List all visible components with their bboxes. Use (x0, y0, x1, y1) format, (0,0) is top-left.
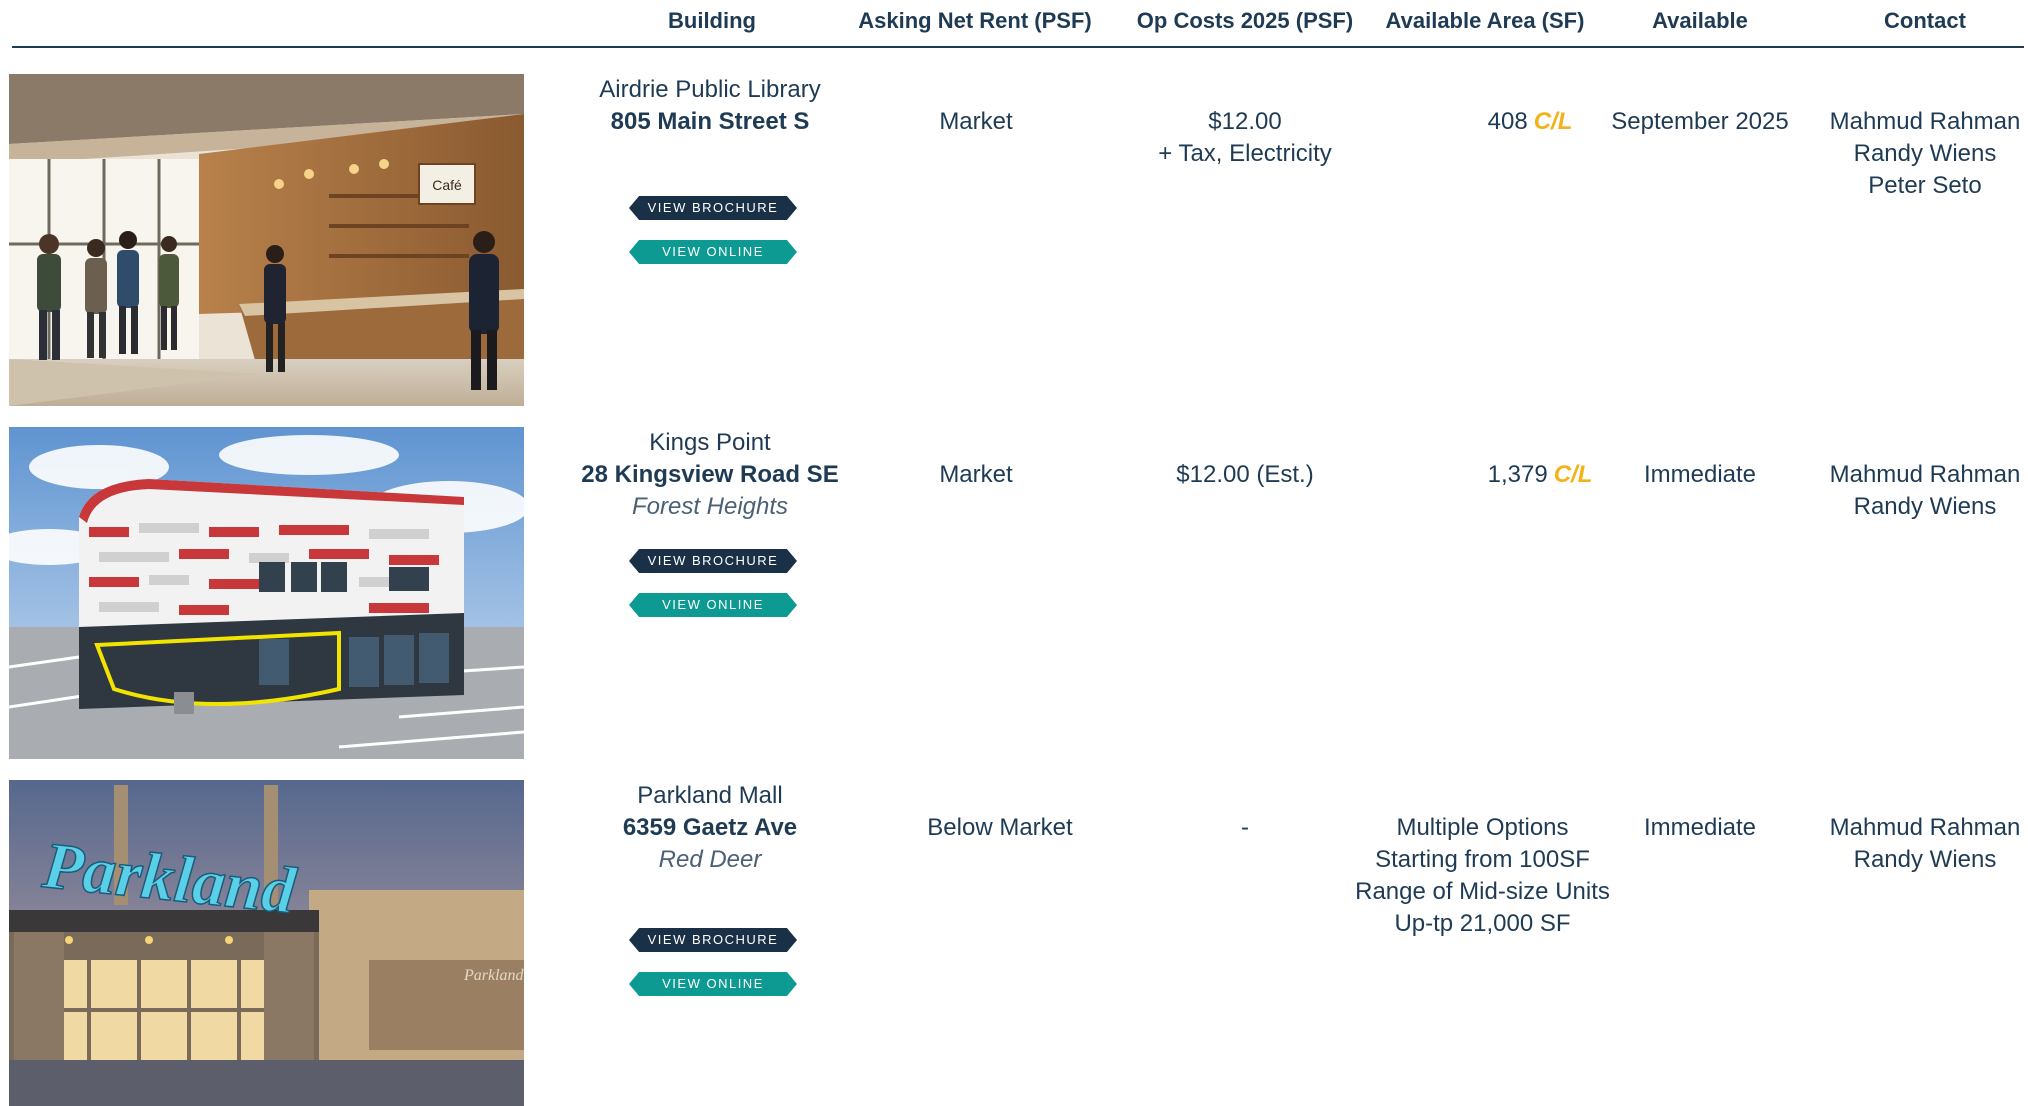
view-online-button[interactable]: VIEW ONLINE (629, 972, 797, 996)
building-area: Forest Heights (631, 493, 789, 520)
contact-name[interactable]: Peter Seto (1820, 170, 2028, 202)
contact-name[interactable]: Randy Wiens (1820, 491, 2028, 523)
op-costs-line1: $12.00 (Est.) (1176, 461, 1314, 488)
contact-list: Mahmud Rahman Randy Wiens (1820, 459, 2028, 523)
listing-row: Parkland Parkland Parkland Mall 6359 Gae… (0, 780, 2028, 1106)
col-header-area: Available Area (SF) (1385, 8, 1585, 33)
op-costs: $12.00 (Est.) (1120, 459, 1370, 491)
header-divider (12, 46, 2024, 48)
contact-name[interactable]: Randy Wiens (1820, 844, 2028, 876)
op-costs-line2: + Tax, Electricity (1158, 140, 1332, 167)
building-address: 805 Main Street S (610, 108, 810, 135)
area-option-line: Up-tp 21,000 SF (1394, 910, 1571, 937)
cafe-sign-text: Café (432, 177, 462, 193)
view-brochure-button[interactable]: VIEW BROCHURE (629, 549, 797, 573)
view-brochure-button[interactable]: VIEW BROCHURE (629, 928, 797, 952)
cl-badge: C/L (1533, 108, 1573, 135)
area-option-line: Range of Mid-size Units (1355, 878, 1610, 905)
mall-sign-text-small: Parkland (463, 967, 524, 984)
listing-photo-kings-point (9, 427, 524, 759)
building-name: Kings Point (649, 429, 771, 456)
asking-rent: Market (939, 461, 1013, 488)
available-area: Multiple Options Starting from 100SF Ran… (1350, 812, 1615, 940)
contact-name[interactable]: Mahmud Rahman (1820, 106, 2028, 138)
listing-photo-library-interior: Café (9, 74, 524, 406)
view-brochure-button[interactable]: VIEW BROCHURE (629, 196, 797, 220)
building-name: Parkland Mall (637, 782, 783, 809)
area-sf-value: 408 (1487, 108, 1528, 135)
contact-list: Mahmud Rahman Randy Wiens (1820, 812, 2028, 876)
area-option-line: Starting from 100SF (1375, 846, 1590, 873)
view-online-button[interactable]: VIEW ONLINE (629, 593, 797, 617)
col-header-available: Available (1652, 8, 1748, 33)
table-header: Building Asking Net Rent (PSF) Op Costs … (0, 0, 2028, 46)
listing-photo-parkland-mall: Parkland Parkland (9, 780, 524, 1106)
availability-date: Immediate (1643, 461, 1757, 488)
col-header-contact: Contact (1884, 8, 1966, 33)
contact-list: Mahmud Rahman Randy Wiens Peter Seto (1820, 106, 2028, 202)
col-header-building: Building (668, 8, 756, 33)
asking-rent: Market (939, 108, 1013, 135)
building-info: Kings Point 28 Kingsview Road SE Forest … (560, 427, 860, 523)
asking-rent: Below Market (927, 814, 1073, 841)
op-costs-line1: - (1241, 814, 1249, 841)
building-name: Airdrie Public Library (599, 76, 821, 103)
col-header-opcosts: Op Costs 2025 (PSF) (1136, 8, 1354, 33)
op-costs: $12.00 + Tax, Electricity (1120, 106, 1370, 170)
availability-date: Immediate (1643, 814, 1757, 841)
area-sf-value: 1,379 (1487, 461, 1548, 488)
building-address: 28 Kingsview Road SE (581, 461, 839, 488)
op-costs: - (1120, 812, 1370, 844)
building-info: Airdrie Public Library 805 Main Street S (560, 74, 860, 138)
contact-name[interactable]: Mahmud Rahman (1820, 459, 2028, 491)
listing-row: Café Airdrie Public Library 805 Main Str… (0, 74, 2028, 414)
op-costs-line1: $12.00 (1208, 108, 1282, 135)
contact-name[interactable]: Mahmud Rahman (1820, 812, 2028, 844)
col-header-rent: Asking Net Rent (PSF) (858, 8, 1092, 33)
building-info: Parkland Mall 6359 Gaetz Ave Red Deer (560, 780, 860, 876)
view-online-button[interactable]: VIEW ONLINE (629, 240, 797, 264)
availability-date: September 2025 (1611, 108, 1789, 135)
contact-name[interactable]: Randy Wiens (1820, 138, 2028, 170)
cl-badge: C/L (1553, 461, 1593, 488)
building-address: 6359 Gaetz Ave (622, 814, 798, 841)
listing-row: Kings Point 28 Kingsview Road SE Forest … (0, 427, 2028, 767)
building-area: Red Deer (658, 846, 762, 873)
area-option-line: Multiple Options (1396, 814, 1569, 841)
